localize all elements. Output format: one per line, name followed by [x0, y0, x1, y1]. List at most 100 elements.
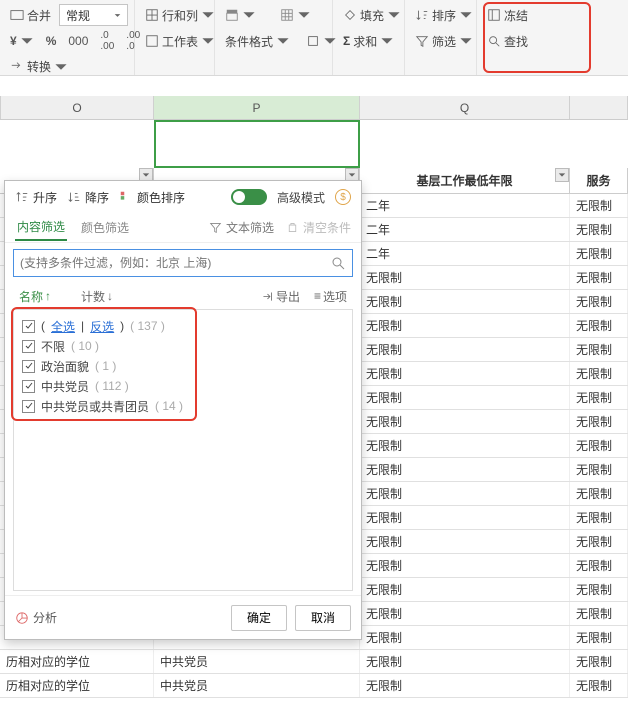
selected-cell[interactable]	[154, 120, 360, 168]
advanced-toggle[interactable]	[231, 189, 267, 205]
dec-inc-button[interactable]: .0.00	[96, 28, 118, 54]
cell[interactable]: 无限制	[360, 434, 570, 457]
col-header-P[interactable]: P	[154, 96, 360, 119]
sort-desc-button[interactable]: 降序	[67, 189, 109, 206]
merge-button[interactable]: 合并	[6, 5, 55, 26]
cond-format-button[interactable]: 条件格式	[221, 31, 294, 52]
tab-content-filter[interactable]: 内容筛选	[15, 214, 67, 241]
cell[interactable]: 无限制	[570, 530, 628, 553]
select-all-link[interactable]: 全选	[51, 318, 75, 335]
tab-color-filter[interactable]: 颜色筛选	[79, 215, 131, 240]
cell[interactable]: 无限制	[570, 578, 628, 601]
checkbox-icon[interactable]	[22, 400, 35, 413]
cell[interactable]: 无限制	[360, 410, 570, 433]
sheet-button[interactable]: 工作表	[141, 31, 219, 52]
cell[interactable]: 无限制	[570, 674, 628, 697]
list-col-count[interactable]: 计数↓	[81, 288, 113, 305]
cell[interactable]: 无限制	[360, 290, 570, 313]
list-item-all[interactable]: (全选|反选) ( 137 )	[22, 316, 344, 336]
ok-button[interactable]: 确定	[231, 605, 287, 631]
table-row[interactable]: 历相对应的学位中共党员无限制无限制	[0, 674, 628, 698]
cell[interactable]: 无限制	[360, 554, 570, 577]
cell[interactable]: 无限制	[570, 458, 628, 481]
cell[interactable]: 无限制	[360, 506, 570, 529]
list-item[interactable]: 政治面貌( 1 )	[22, 356, 344, 376]
cell[interactable]: 二年	[360, 218, 570, 241]
cell[interactable]: 无限制	[570, 386, 628, 409]
cell[interactable]: 无限制	[360, 578, 570, 601]
cell[interactable]: 无限制	[570, 602, 628, 625]
cell[interactable]: 历相对应的学位	[0, 650, 154, 673]
cell[interactable]: 无限制	[360, 314, 570, 337]
list-item[interactable]: 中共党员或共青团员( 14 )	[22, 396, 344, 416]
sort-button[interactable]: 排序	[411, 5, 477, 26]
clear-filter-button[interactable]: 清空条件	[286, 219, 351, 236]
filter-search-input[interactable]	[20, 256, 330, 270]
checkbox-icon[interactable]	[22, 360, 35, 373]
options-button[interactable]: ≡选项	[314, 288, 347, 305]
cell[interactable]: 无限制	[570, 242, 628, 265]
cell[interactable]: 无限制	[360, 386, 570, 409]
cell[interactable]: 无限制	[360, 626, 570, 649]
cell[interactable]: 无限制	[570, 314, 628, 337]
cell[interactable]: 无限制	[360, 482, 570, 505]
comma-button[interactable]: 000	[64, 32, 92, 50]
header-cell-Q[interactable]: 基层工作最低年限	[360, 168, 570, 193]
table-style-button[interactable]	[221, 6, 260, 24]
cell[interactable]: 无限制	[360, 458, 570, 481]
cell[interactable]: 无限制	[570, 362, 628, 385]
percent-button[interactable]: %	[42, 32, 61, 50]
find-button[interactable]: 查找	[483, 31, 532, 52]
sum-button[interactable]: Σ求和	[339, 31, 398, 52]
cell[interactable]: 无限制	[570, 266, 628, 289]
checkbox-icon[interactable]	[22, 320, 35, 333]
cell[interactable]: 历相对应的学位	[0, 674, 154, 697]
type-convert-button[interactable]: 转换	[6, 56, 72, 77]
filter-search[interactable]	[13, 249, 353, 277]
cell[interactable]: 无限制	[360, 530, 570, 553]
grid-style-button[interactable]	[276, 6, 315, 24]
cell[interactable]: 二年	[360, 194, 570, 217]
cell[interactable]: 无限制	[570, 434, 628, 457]
cell[interactable]: 无限制	[570, 194, 628, 217]
cell[interactable]: 二年	[360, 242, 570, 265]
analysis-button[interactable]: 分析	[15, 609, 57, 626]
export-button[interactable]: 导出	[261, 288, 300, 305]
cell[interactable]: 无限制	[360, 266, 570, 289]
fill-button[interactable]: 填充	[339, 5, 405, 26]
cell[interactable]: 无限制	[360, 338, 570, 361]
freeze-button[interactable]: 冻结	[483, 5, 532, 26]
cell[interactable]: 无限制	[570, 482, 628, 505]
text-filter-button[interactable]: 文本筛选	[209, 219, 274, 236]
cell[interactable]: 无限制	[570, 650, 628, 673]
number-format-select[interactable]: 常规	[59, 4, 128, 26]
list-col-name[interactable]: 名称↑	[19, 288, 51, 305]
cell[interactable]: 无限制	[570, 506, 628, 529]
list-item[interactable]: 不限( 10 )	[22, 336, 344, 356]
cell[interactable]: 无限制	[360, 650, 570, 673]
cell[interactable]: 无限制	[570, 290, 628, 313]
col-header-R[interactable]	[570, 96, 628, 119]
header-cell-R[interactable]: 服务	[570, 168, 628, 193]
col-header-Q[interactable]: Q	[360, 96, 570, 119]
cell[interactable]: 中共党员	[154, 650, 360, 673]
cell[interactable]: 无限制	[570, 218, 628, 241]
cell[interactable]: 中共党员	[154, 674, 360, 697]
col-header-O[interactable]: O	[0, 96, 154, 119]
cell[interactable]: 无限制	[360, 602, 570, 625]
cell[interactable]: 无限制	[570, 338, 628, 361]
cell[interactable]: 无限制	[360, 674, 570, 697]
rows-cols-button[interactable]: 行和列	[141, 5, 219, 26]
cancel-button[interactable]: 取消	[295, 605, 351, 631]
cell[interactable]: 无限制	[570, 554, 628, 577]
filter-button[interactable]: 筛选	[411, 31, 477, 52]
sort-asc-button[interactable]: 升序	[15, 189, 57, 206]
cell[interactable]: 无限制	[570, 626, 628, 649]
cell[interactable]: 无限制	[360, 362, 570, 385]
list-item[interactable]: 中共党员( 112 )	[22, 376, 344, 396]
currency-button[interactable]: ¥	[6, 32, 38, 50]
cell[interactable]: 无限制	[570, 410, 628, 433]
checkbox-icon[interactable]	[22, 380, 35, 393]
table-row[interactable]: 历相对应的学位中共党员无限制无限制	[0, 650, 628, 674]
color-sort-button[interactable]: 颜色排序	[119, 189, 185, 206]
